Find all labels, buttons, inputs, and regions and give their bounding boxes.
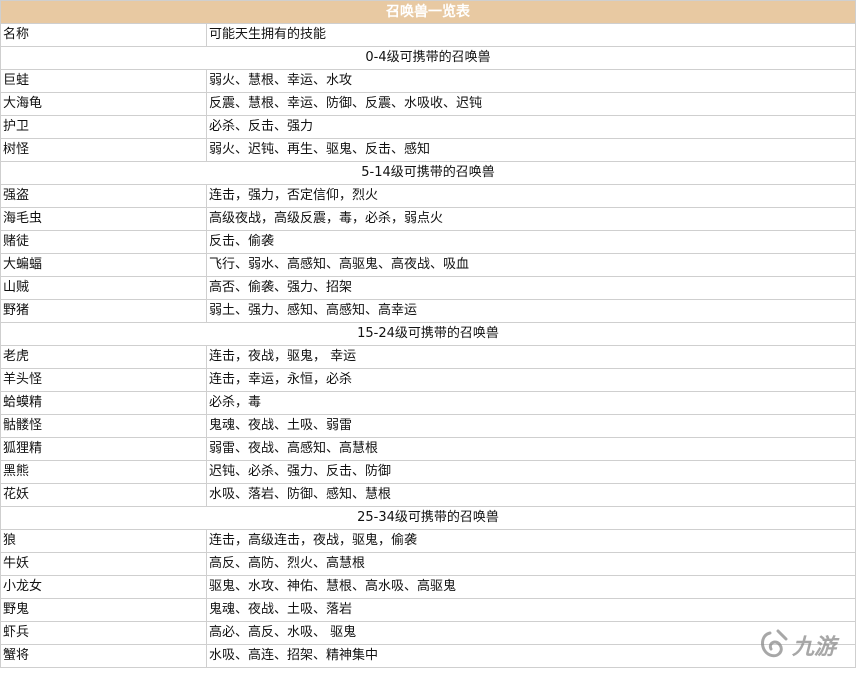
table-row: 蛤蟆精 必杀，毒 <box>0 391 856 415</box>
table-row: 羊头怪 连击，幸运，永恒，必杀 <box>0 368 856 392</box>
summon-name: 虾兵 <box>0 621 207 645</box>
summon-name: 大蝙蝠 <box>0 253 207 277</box>
summon-skills: 迟钝、必杀、强力、反击、防御 <box>206 460 856 484</box>
summon-skills: 连击，幸运，永恒，必杀 <box>206 368 856 392</box>
summon-skills: 弱雷、夜战、高感知、高慧根 <box>206 437 856 461</box>
table-row: 大蝙蝠 飞行、弱水、高感知、高驱鬼、高夜战、吸血 <box>0 253 856 277</box>
summon-name: 强盗 <box>0 184 207 208</box>
summon-name: 牛妖 <box>0 552 207 576</box>
summon-name: 黑熊 <box>0 460 207 484</box>
summon-name: 花妖 <box>0 483 207 507</box>
summon-name: 巨蛙 <box>0 69 207 93</box>
table-row: 野猪 弱土、强力、感知、高感知、高幸运 <box>0 299 856 323</box>
table-row: 花妖 水吸、落岩、防御、感知、慧根 <box>0 483 856 507</box>
summon-name: 山贼 <box>0 276 207 300</box>
summon-skills: 必杀，毒 <box>206 391 856 415</box>
summon-skills: 反击、偷袭 <box>206 230 856 254</box>
table-row: 狼连击，高级连击，夜战，驱鬼，偷袭 <box>0 529 856 553</box>
summon-skills: 高级夜战，高级反震，毒，必杀，弱点火 <box>206 207 856 231</box>
section-row: 15-24级可携带的召唤兽 <box>0 322 856 346</box>
table-row: 黑熊 迟钝、必杀、强力、反击、防御 <box>0 460 856 484</box>
summon-skills: 飞行、弱水、高感知、高驱鬼、高夜战、吸血 <box>206 253 856 277</box>
summon-skills: 驱鬼、水攻、神佑、慧根、高水吸、高驱鬼 <box>206 575 856 599</box>
summon-skills: 弱土、强力、感知、高感知、高幸运 <box>206 299 856 323</box>
summon-skills: 水吸、落岩、防御、感知、慧根 <box>206 483 856 507</box>
summon-name: 羊头怪 <box>0 368 207 392</box>
header-row: 名称 可能天生拥有的技能 <box>0 23 856 47</box>
table-row: 骷髅怪 鬼魂、夜战、土吸、弱雷 <box>0 414 856 438</box>
header-name: 名称 <box>0 23 207 47</box>
summon-skills: 鬼魂、夜战、土吸、弱雷 <box>206 414 856 438</box>
table-row: 海毛虫 高级夜战，高级反震，毒，必杀，弱点火 <box>0 207 856 231</box>
summon-skills: 弱火、慧根、幸运、水攻 <box>206 69 856 93</box>
summon-name: 树怪 <box>0 138 207 162</box>
header-skills: 可能天生拥有的技能 <box>206 23 856 47</box>
summon-skills: 高否、偷袭、强力、招架 <box>206 276 856 300</box>
summon-skills: 反震、慧根、幸运、防御、反震、水吸收、迟钝 <box>206 92 856 116</box>
jiuyou-logo-icon: 九游 <box>761 629 840 660</box>
section-row: 5-14级可携带的召唤兽 <box>0 161 856 185</box>
summon-name: 赌徒 <box>0 230 207 254</box>
summon-table: 召唤兽一览表 名称 可能天生拥有的技能 0-4级可携带的召唤兽 巨蛙 弱火、慧根、幸… <box>0 0 856 668</box>
summon-name: 野猪 <box>0 299 207 323</box>
table-row: 山贼 高否、偷袭、强力、招架 <box>0 276 856 300</box>
table-row: 蟹将 水吸、高连、招架、精神集中 <box>0 644 856 668</box>
table-title: 召唤兽一览表 <box>0 0 856 24</box>
summon-skills: 弱火、迟钝、再生、驱鬼、反击、感知 <box>206 138 856 162</box>
watermark-text: 九游 <box>791 635 840 660</box>
section-row: 0-4级可携带的召唤兽 <box>0 46 856 70</box>
table-row: 大海龟 反震、慧根、幸运、防御、反震、水吸收、迟钝 <box>0 92 856 116</box>
section-row: 25-34级可携带的召唤兽 <box>0 506 856 530</box>
section-header: 5-14级可携带的召唤兽 <box>0 161 856 185</box>
summon-name: 蛤蟆精 <box>0 391 207 415</box>
title-row: 召唤兽一览表 <box>0 0 856 24</box>
table-row: 牛妖 高反、高防、烈火、高慧根 <box>0 552 856 576</box>
table-row: 小龙女 驱鬼、水攻、神佑、慧根、高水吸、高驱鬼 <box>0 575 856 599</box>
summon-name: 海毛虫 <box>0 207 207 231</box>
summon-name: 狼 <box>0 529 207 553</box>
summon-name: 骷髅怪 <box>0 414 207 438</box>
summon-name: 野鬼 <box>0 598 207 622</box>
watermark: 九游 <box>756 625 848 665</box>
summon-name: 小龙女 <box>0 575 207 599</box>
table-row: 老虎 连击，夜战，驱鬼， 幸运 <box>0 345 856 369</box>
summon-name: 狐狸精 <box>0 437 207 461</box>
section-header: 25-34级可携带的召唤兽 <box>0 506 856 530</box>
summon-skills: 高反、高防、烈火、高慧根 <box>206 552 856 576</box>
table-row: 护卫 必杀、反击、强力 <box>0 115 856 139</box>
summon-name: 蟹将 <box>0 644 207 668</box>
table-row: 树怪 弱火、迟钝、再生、驱鬼、反击、感知 <box>0 138 856 162</box>
table-row: 狐狸精 弱雷、夜战、高感知、高慧根 <box>0 437 856 461</box>
table-row: 赌徒 反击、偷袭 <box>0 230 856 254</box>
summon-name: 大海龟 <box>0 92 207 116</box>
table-row: 虾兵 高必、高反、水吸、 驱鬼 <box>0 621 856 645</box>
table-row: 巨蛙 弱火、慧根、幸运、水攻 <box>0 69 856 93</box>
summon-skills: 连击，高级连击，夜战，驱鬼，偷袭 <box>206 529 856 553</box>
summon-skills: 连击，强力，否定信仰，烈火 <box>206 184 856 208</box>
summon-skills: 鬼魂、夜战、土吸、落岩 <box>206 598 856 622</box>
summon-skills: 连击，夜战，驱鬼， 幸运 <box>206 345 856 369</box>
summon-name: 老虎 <box>0 345 207 369</box>
table-row: 强盗 连击，强力，否定信仰，烈火 <box>0 184 856 208</box>
section-header: 0-4级可携带的召唤兽 <box>0 46 856 70</box>
summon-skills: 必杀、反击、强力 <box>206 115 856 139</box>
summon-name: 护卫 <box>0 115 207 139</box>
table-row: 野鬼 鬼魂、夜战、土吸、落岩 <box>0 598 856 622</box>
section-header: 15-24级可携带的召唤兽 <box>0 322 856 346</box>
